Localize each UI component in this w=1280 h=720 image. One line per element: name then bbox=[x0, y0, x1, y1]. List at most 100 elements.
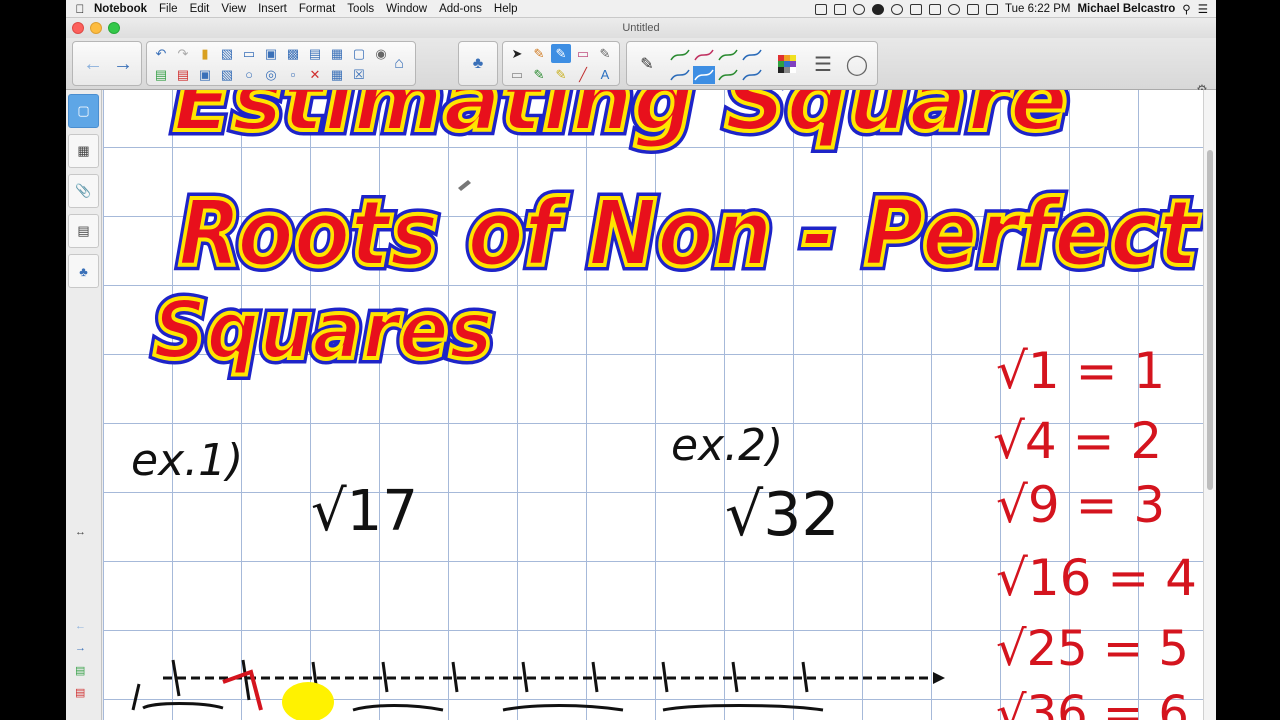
pen-type-icon[interactable]: ✎ bbox=[633, 50, 661, 78]
document-camera-icon[interactable]: ▩ bbox=[283, 44, 303, 63]
pen-style-5-icon[interactable] bbox=[669, 66, 691, 84]
example-1-label[interactable]: ex.1) bbox=[131, 435, 243, 486]
magic-pen-icon[interactable]: ✎ bbox=[529, 65, 549, 84]
clock-icon[interactable] bbox=[948, 3, 961, 15]
status-item-icon[interactable] bbox=[815, 3, 828, 15]
menu-file[interactable]: File bbox=[159, 3, 188, 15]
redo-icon[interactable]: ↷ bbox=[173, 44, 193, 63]
menu-edit[interactable]: Edit bbox=[190, 3, 220, 15]
add-page-icon[interactable]: ▤ bbox=[151, 65, 171, 84]
highlighter-icon[interactable]: ✎ bbox=[551, 65, 571, 84]
properties-tab-icon[interactable]: ▤ bbox=[68, 214, 99, 248]
notebook-screen:  Notebook File Edit View Insert Format … bbox=[66, 0, 1216, 720]
pen-style-1-icon[interactable] bbox=[669, 46, 691, 64]
reference-item[interactable]: √36 = 6 bbox=[996, 686, 1189, 720]
menu-format[interactable]: Format bbox=[299, 3, 345, 15]
pen-style-4-icon[interactable] bbox=[741, 46, 763, 64]
gallery-icon[interactable]: ▦ bbox=[68, 134, 99, 168]
next-page-icon[interactable]: → bbox=[75, 642, 86, 654]
forward-arrow-icon[interactable]: → bbox=[109, 50, 137, 78]
title-line-3-inner: Squares bbox=[153, 284, 493, 377]
pen-icon-active[interactable]: ✎ bbox=[551, 44, 571, 63]
menu-help[interactable]: Help bbox=[494, 3, 528, 15]
reference-item[interactable]: √4 = 2 bbox=[993, 412, 1162, 470]
save-icon[interactable]: ▣ bbox=[195, 65, 215, 84]
pen-style-6-icon[interactable] bbox=[693, 66, 715, 84]
undo-icon[interactable]: ↶ bbox=[151, 44, 171, 63]
menu-app-name[interactable]: Notebook bbox=[94, 3, 157, 15]
menu-tools[interactable]: Tools bbox=[347, 3, 384, 15]
print-icon[interactable]: ▦ bbox=[327, 44, 347, 63]
home-icon[interactable]: ⌂ bbox=[385, 50, 413, 78]
example-2-expression[interactable]: √32 bbox=[725, 480, 840, 550]
time-machine-icon[interactable] bbox=[891, 3, 904, 15]
magnify-icon[interactable]: ◎ bbox=[261, 65, 281, 84]
puzzle-addon-icon[interactable]: ♣ bbox=[464, 50, 492, 78]
panel-resize-icon[interactable]: ↔ bbox=[75, 526, 86, 538]
menu-addons[interactable]: Add-ons bbox=[439, 3, 492, 15]
transparency-icon[interactable]: ◯ bbox=[843, 50, 871, 78]
screen-capture-icon[interactable]: ▣ bbox=[261, 44, 281, 63]
reference-item[interactable]: √1 = 1 bbox=[996, 342, 1165, 400]
file-group: ↶ ↷ ▮ ▧ ▭ ▣ ▩ ▤ ▦ ▢ ◉ ▤ ▤ ▣ ▧ ○ ◎ ▫ ✕ ▦ … bbox=[146, 41, 416, 86]
spotlight-tool-icon[interactable]: ○ bbox=[239, 65, 259, 84]
display-icon[interactable]: ▤ bbox=[305, 44, 325, 63]
pen-icon[interactable]: ✎ bbox=[529, 44, 549, 63]
properties-icon[interactable]: ☰ bbox=[809, 50, 837, 78]
select-icon[interactable]: ➤ bbox=[507, 44, 527, 63]
record-icon[interactable] bbox=[872, 3, 885, 15]
wifi-icon[interactable] bbox=[929, 3, 942, 15]
add-page-small-icon[interactable]: ▤ bbox=[75, 664, 85, 677]
airplay-icon[interactable] bbox=[910, 3, 923, 15]
zoom-window-button[interactable] bbox=[108, 22, 120, 34]
reference-item[interactable]: √25 = 5 bbox=[996, 621, 1189, 677]
color-palette-icon[interactable] bbox=[773, 50, 801, 78]
notebook-canvas[interactable]: Estimating Square Estimating Square Root… bbox=[103, 90, 1203, 720]
pen-style-3-icon[interactable] bbox=[717, 46, 739, 64]
menu-view[interactable]: View bbox=[221, 3, 256, 15]
screen-shade-icon[interactable]: ▧ bbox=[217, 44, 237, 63]
menu-insert[interactable]: Insert bbox=[258, 3, 297, 15]
menu-window[interactable]: Window bbox=[386, 3, 437, 15]
addons-tab-icon[interactable]: ♣ bbox=[68, 254, 99, 288]
battery-icon[interactable] bbox=[986, 3, 999, 15]
clone-icon[interactable]: ▢ bbox=[349, 44, 369, 63]
line-icon[interactable]: ╱ bbox=[573, 65, 593, 84]
minimize-window-button[interactable] bbox=[90, 22, 102, 34]
example-2-label[interactable]: ex.2) bbox=[671, 420, 783, 471]
notification-center-icon[interactable]: ☰ bbox=[1198, 2, 1208, 16]
open-folder-icon[interactable]: ▮ bbox=[195, 44, 215, 63]
table-icon[interactable]: ▦ bbox=[327, 65, 347, 84]
volume-icon[interactable] bbox=[967, 3, 980, 15]
fullscreen-icon[interactable]: ▭ bbox=[239, 44, 259, 63]
pen-style-8-icon[interactable] bbox=[741, 66, 763, 84]
menu-user[interactable]: Michael Belcastro bbox=[1077, 3, 1175, 15]
pen-style-7-icon[interactable] bbox=[717, 66, 739, 84]
page-sorter-icon[interactable]: ▢ bbox=[68, 94, 99, 128]
pen-style-2-icon[interactable] bbox=[693, 46, 715, 64]
attachments-icon[interactable]: 📎 bbox=[68, 174, 99, 208]
vertical-scrollbar[interactable] bbox=[1203, 90, 1216, 720]
apple-menu-icon[interactable]:  bbox=[66, 2, 94, 16]
close-box-icon[interactable]: ☒ bbox=[349, 65, 369, 84]
scrollbar-thumb[interactable] bbox=[1207, 150, 1213, 490]
paste-icon[interactable]: ▧ bbox=[217, 65, 237, 84]
delete-icon[interactable]: ✕ bbox=[305, 65, 325, 84]
screen-icon[interactable] bbox=[834, 3, 847, 15]
example-1-expression[interactable]: √17 bbox=[311, 479, 418, 544]
prev-page-icon[interactable]: ← bbox=[75, 620, 86, 632]
delete-page-icon[interactable]: ▤ bbox=[173, 65, 193, 84]
delete-page-small-icon[interactable]: ▤ bbox=[75, 686, 85, 699]
back-arrow-icon[interactable]: ← bbox=[79, 50, 107, 78]
shape-recognition-icon[interactable]: ✎ bbox=[595, 44, 615, 63]
eraser-icon[interactable]: ▭ bbox=[573, 44, 593, 63]
creative-pen-icon[interactable]: ▭ bbox=[507, 65, 527, 84]
reference-item[interactable]: √16 = 4 bbox=[996, 549, 1197, 607]
reference-item[interactable]: √9 = 3 bbox=[996, 476, 1165, 534]
spotlight-icon[interactable]: ⚲ bbox=[1182, 2, 1190, 16]
sync-icon[interactable] bbox=[853, 3, 866, 15]
menu-clock[interactable]: Tue 6:22 PM bbox=[1005, 3, 1070, 15]
fill-icon[interactable]: A bbox=[595, 65, 615, 84]
measure-icon[interactable]: ▫ bbox=[283, 65, 303, 84]
close-window-button[interactable] bbox=[72, 22, 84, 34]
